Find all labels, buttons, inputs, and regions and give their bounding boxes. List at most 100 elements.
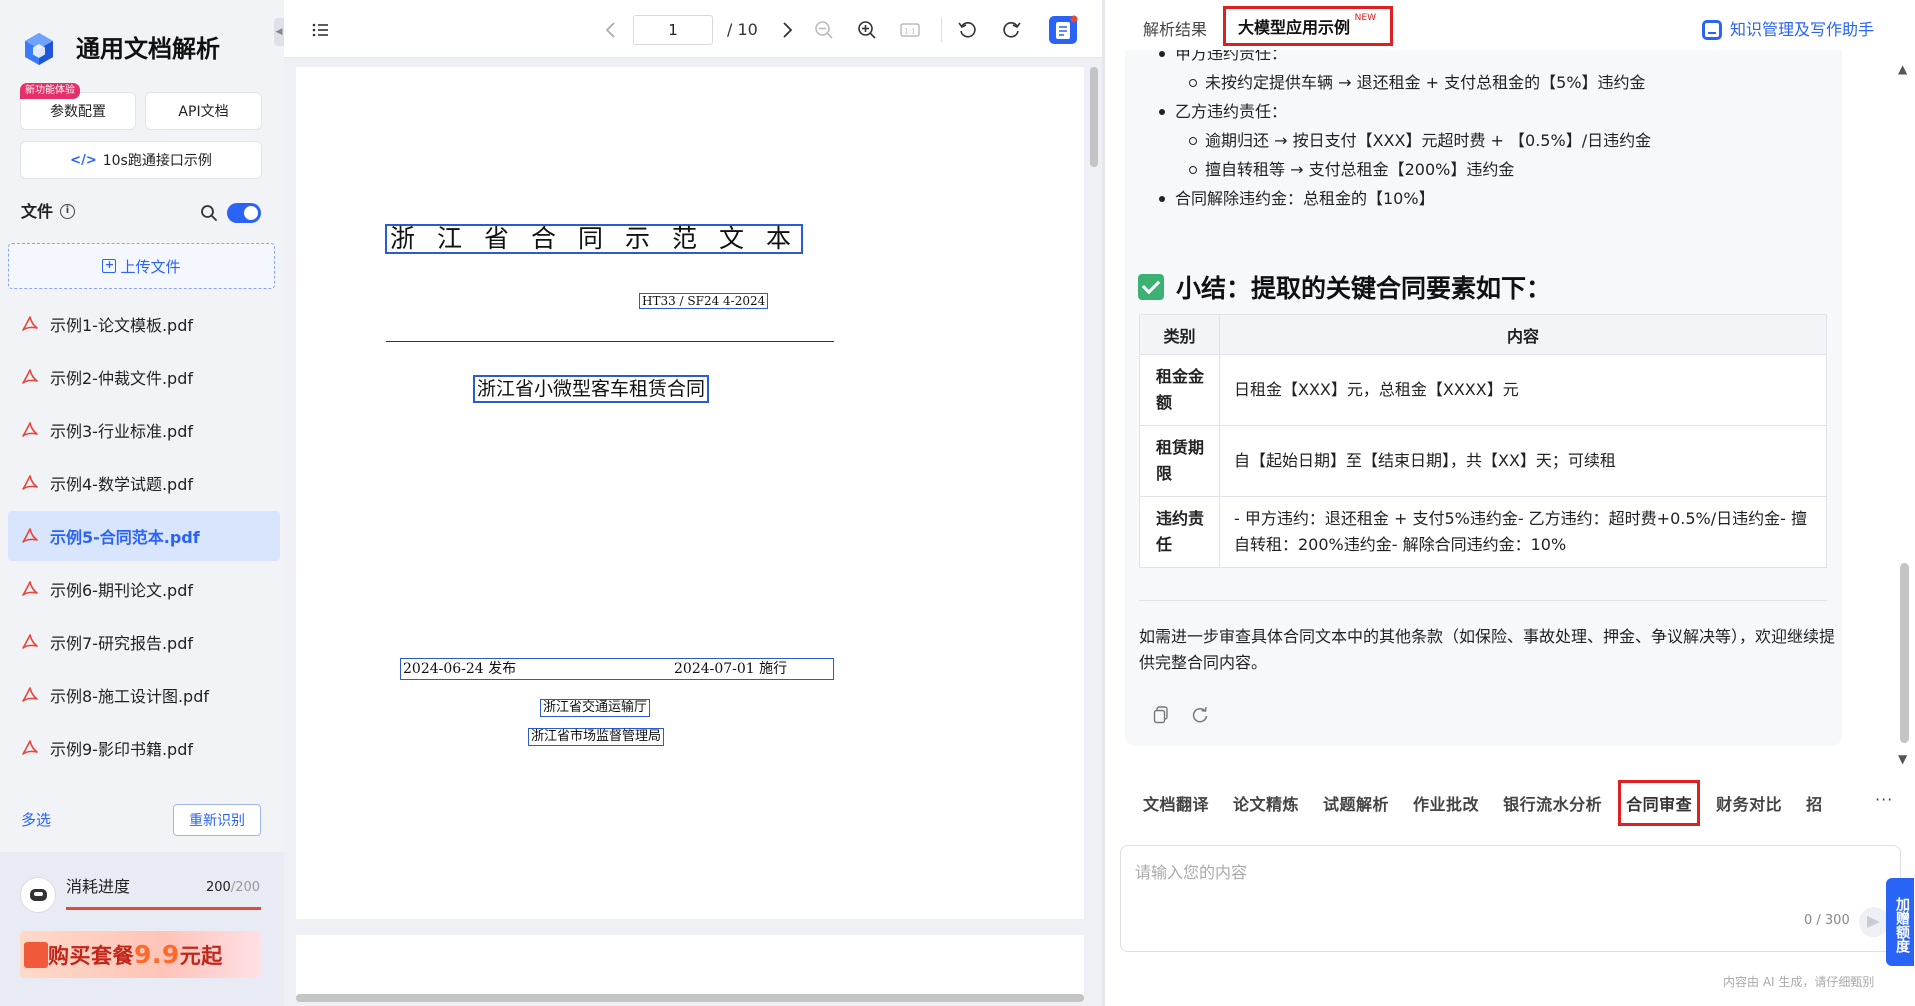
upload-icon: + bbox=[102, 259, 117, 273]
app-tab-paper-refine[interactable]: 论文精炼 bbox=[1233, 791, 1299, 815]
app-tab-bank-statement[interactable]: 银行流水分析 bbox=[1503, 791, 1602, 815]
avatar[interactable] bbox=[20, 877, 56, 913]
file-item[interactable]: 示例4-数学试题.pdf bbox=[8, 458, 280, 508]
app-tab-finance-compare[interactable]: 财务对比 bbox=[1716, 791, 1782, 815]
file-item[interactable]: 示例7-研究报告.pdf bbox=[8, 617, 280, 667]
more-icon[interactable]: ··· bbox=[1875, 790, 1893, 809]
usage-progress-fill bbox=[66, 907, 261, 910]
file-list: 示例1-论文模板.pdf 示例2-仲裁文件.pdf 示例3-行业标准.pdf 示… bbox=[8, 299, 280, 776]
chat-input[interactable]: 请输入您的内容 0 / 300 bbox=[1120, 845, 1901, 952]
pdf-icon bbox=[22, 687, 38, 702]
file-name: 示例4-数学试题.pdf bbox=[50, 475, 193, 494]
file-item[interactable]: 示例2-仲裁文件.pdf bbox=[8, 352, 280, 402]
viewer-vertical-scrollbar[interactable] bbox=[1090, 67, 1098, 167]
zoom-in-icon[interactable] bbox=[856, 19, 878, 41]
page-total: / 10 bbox=[727, 20, 758, 39]
scroll-up-arrow-icon[interactable]: ▲ bbox=[1898, 62, 1907, 76]
doc-org-2[interactable]: 浙江省市场监督管理局 bbox=[528, 728, 665, 746]
app-logo-icon bbox=[25, 33, 53, 65]
file-item[interactable]: 示例6-期刊论文.pdf bbox=[8, 564, 280, 614]
rotate-left-icon[interactable] bbox=[957, 19, 979, 41]
new-feature-badge: 新功能体验 bbox=[20, 83, 80, 99]
document-viewer: 1 / 10 1:1 浙江省合同示范文本 HT33 / SF24 4-2024 … bbox=[284, 0, 1102, 1006]
table-header-cell: 内容 bbox=[1219, 314, 1827, 355]
search-icon[interactable] bbox=[200, 204, 218, 222]
doc-subtitle[interactable]: 浙江省小微型客车租赁合同 bbox=[473, 375, 710, 403]
table-row: 租赁期限 自【起始日期】至【结束日期】，共【XX】天；可续租 bbox=[1139, 425, 1827, 497]
demo-example-button[interactable]: </> 10s跑通接口示例 bbox=[20, 141, 262, 179]
ai-disclaimer: 内容由 AI 生成，请仔细甄别 bbox=[1723, 975, 1875, 989]
table-row: 违约责任 - 甲方违约：退还租金 + 支付5%违约金- 乙方违约：超时费+0.5… bbox=[1139, 496, 1827, 568]
files-toggle-switch[interactable] bbox=[227, 203, 261, 223]
table-category-cell: 违约责任 bbox=[1139, 496, 1220, 568]
sidebar-collapse-handle[interactable]: ◀ bbox=[274, 18, 284, 46]
file-item[interactable]: 示例8-施工设计图.pdf bbox=[8, 670, 280, 720]
app-examples-bar: 文档翻译 论文精炼 试题解析 作业批改 银行流水分析 合同审查 财务对比 招 bbox=[1143, 778, 1883, 828]
bonus-quota-tag[interactable]: 加赠额度 bbox=[1886, 878, 1914, 966]
app-tab-exam-analysis[interactable]: 试题解析 bbox=[1323, 791, 1389, 815]
zoom-out-icon[interactable] bbox=[813, 19, 835, 41]
api-docs-button[interactable]: API文档 bbox=[145, 92, 262, 130]
buy-package-text: 购买套餐9.9元起 bbox=[48, 940, 223, 970]
viewer-horizontal-scrollbar[interactable] bbox=[296, 994, 1084, 1002]
reidentify-button[interactable]: 重新识别 bbox=[173, 804, 261, 836]
copy-icon[interactable] bbox=[1153, 706, 1169, 724]
tab-llm-examples[interactable]: 大模型应用示例 NEW bbox=[1223, 6, 1393, 46]
info-icon[interactable]: i bbox=[60, 204, 75, 219]
sidebar: 通用文档解析 参数配置 新功能体验 API文档 </> 10s跑通接口示例 文件… bbox=[0, 0, 284, 1006]
table-content-cell: 自【起始日期】至【结束日期】，共【XX】天；可续租 bbox=[1219, 425, 1827, 497]
list-item: 擅自转租等 → 支付总租金【200%】违约金 bbox=[1189, 158, 1833, 182]
assistant-link[interactable]: 知识管理及写作助手 bbox=[1702, 18, 1874, 42]
usage-total: /200 bbox=[230, 880, 261, 895]
bullet-list: 甲方违约责任： 未按约定提供车辆 → 退还租金 + 支付总租金的【5%】违约金 … bbox=[1159, 50, 1833, 216]
right-panel: 解析结果 大模型应用示例 NEW 知识管理及写作助手 甲方违约责任： 未按约定提… bbox=[1102, 0, 1915, 1006]
rotate-right-icon[interactable] bbox=[1000, 19, 1022, 41]
document-page-next bbox=[296, 935, 1084, 995]
table-content-cell: 日租金【XXX】元，总租金【XXXX】元 bbox=[1219, 354, 1827, 426]
doc-code[interactable]: HT33 / SF24 4-2024 bbox=[639, 293, 769, 309]
svg-text:1:1: 1:1 bbox=[904, 28, 915, 36]
file-item[interactable]: 示例3-行业标准.pdf bbox=[8, 405, 280, 455]
code-icon: </> bbox=[70, 152, 97, 168]
tab-parse-result[interactable]: 解析结果 bbox=[1143, 18, 1207, 42]
buy-prefix: 购买套餐 bbox=[48, 943, 134, 968]
scroll-down-arrow-icon[interactable]: ▼ bbox=[1898, 752, 1907, 766]
file-name: 示例7-研究报告.pdf bbox=[50, 634, 193, 653]
file-item[interactable]: 示例1-论文模板.pdf bbox=[8, 299, 280, 349]
contract-elements-table: 类别 内容 租金金额 日租金【XXX】元，总租金【XXXX】元 租赁期限 自【起… bbox=[1139, 314, 1827, 568]
list-item: 逾期归还 → 按日支付【XXX】元超时费 + 【0.5%】/日违约金 bbox=[1189, 129, 1833, 153]
pdf-icon bbox=[22, 581, 38, 596]
demo-example-label: 10s跑通接口示例 bbox=[102, 153, 212, 169]
buy-package-banner[interactable]: 购买套餐9.9元起 bbox=[20, 931, 261, 978]
answer-divider bbox=[1139, 600, 1827, 601]
buy-suffix: 元起 bbox=[179, 943, 223, 968]
usage-panel bbox=[0, 852, 284, 1006]
app-tab-more[interactable]: 招 bbox=[1806, 791, 1823, 815]
outline-list-icon[interactable] bbox=[310, 19, 332, 41]
table-category-cell: 租赁期限 bbox=[1139, 425, 1220, 497]
doc-title[interactable]: 浙江省合同示范文本 bbox=[385, 224, 803, 254]
doc-dates[interactable]: 2024-06-24 发布 2024-07-01 施行 bbox=[400, 658, 834, 680]
regenerate-icon[interactable] bbox=[1191, 706, 1209, 724]
upload-file-button[interactable]: + 上传文件 bbox=[8, 243, 275, 289]
send-button[interactable] bbox=[1859, 907, 1889, 937]
document-mode-icon[interactable] bbox=[1048, 15, 1078, 45]
page-number-input[interactable]: 1 bbox=[633, 15, 713, 45]
multi-select-link[interactable]: 多选 bbox=[21, 808, 51, 832]
tab-llm-label: 大模型应用示例 bbox=[1238, 18, 1351, 37]
app-tab-translate[interactable]: 文档翻译 bbox=[1143, 791, 1209, 815]
app-tab-homework[interactable]: 作业批改 bbox=[1413, 791, 1479, 815]
files-section-label: 文件 bbox=[21, 202, 54, 221]
table-header-cell: 类别 bbox=[1139, 314, 1220, 355]
app-tab-contract-review[interactable]: 合同审查 bbox=[1618, 780, 1701, 826]
doc-org-1[interactable]: 浙江省交通运输厅 bbox=[540, 699, 651, 717]
chat-scrollbar[interactable] bbox=[1900, 563, 1909, 743]
table-header-row: 类别 内容 bbox=[1139, 314, 1827, 355]
file-item[interactable]: 示例9-影印书籍.pdf bbox=[8, 723, 280, 773]
next-page-icon[interactable] bbox=[776, 19, 798, 41]
prev-page-icon[interactable] bbox=[600, 19, 622, 41]
actual-size-icon[interactable]: 1:1 bbox=[899, 19, 921, 41]
file-item-active[interactable]: 示例5-合同范本.pdf bbox=[8, 511, 280, 561]
closing-text: 如需进一步审查具体合同文本中的其他条款（如保险、事故处理、押金、争议解决等），欢… bbox=[1139, 627, 1836, 672]
doc-publish-date: 2024-06-24 发布 bbox=[403, 661, 517, 677]
